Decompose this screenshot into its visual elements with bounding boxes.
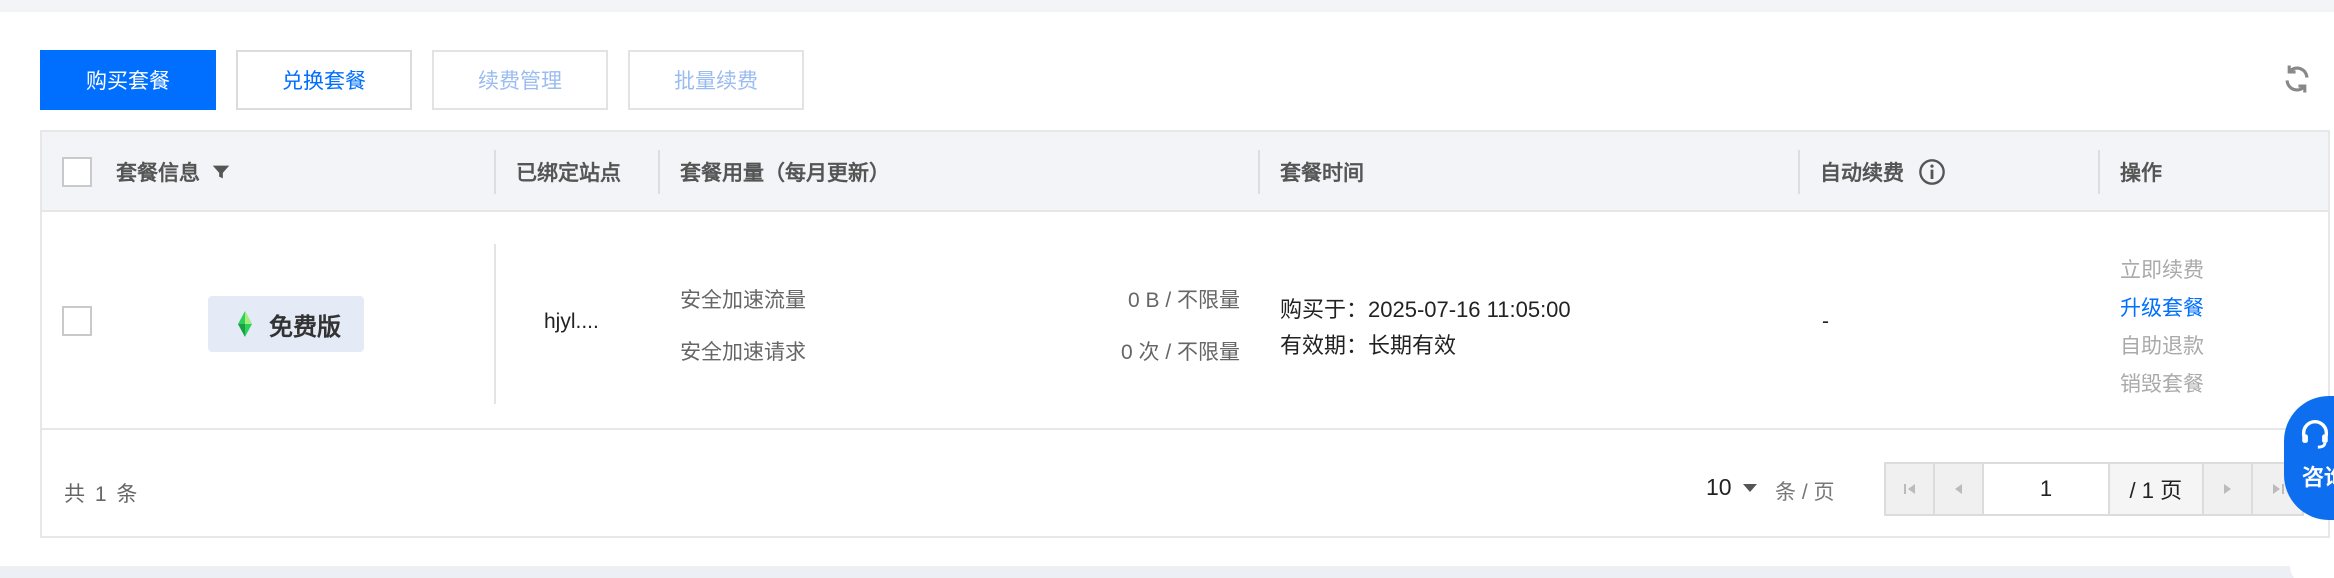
usage-value-traffic: 0 B / 不限量	[1127, 289, 1240, 312]
bound-site[interactable]: hjyl....	[544, 310, 599, 334]
col-actions: 操作	[2120, 162, 2162, 185]
refresh-icon[interactable]	[2280, 62, 2314, 96]
prev-page-icon	[1954, 484, 1962, 494]
select-all-checkbox[interactable]	[62, 157, 92, 187]
total-count: 共 1 条	[64, 483, 140, 506]
renew-management-button[interactable]: 续费管理	[432, 50, 608, 110]
self-refund-link[interactable]: 自助退款	[2120, 330, 2204, 360]
usage-label-requests: 安全加速请求	[680, 341, 806, 364]
usage-value-requests: 0 次 / 不限量	[1120, 341, 1240, 364]
pagination: 1 / 1 页	[1884, 462, 2304, 516]
chat-bubble[interactable]	[2290, 546, 2334, 578]
package-list-card: 购买套餐 兑换套餐 续费管理 批量续费 套餐信息 已绑定站点 套餐用量（每月更新…	[0, 12, 2334, 566]
first-page-button[interactable]	[1886, 464, 1936, 514]
col-usage: 套餐用量（每月更新）	[680, 162, 890, 185]
buy-package-button[interactable]: 购买套餐	[40, 50, 216, 110]
filter-icon[interactable]	[210, 161, 232, 183]
auto-renew-value: -	[1822, 310, 1829, 333]
header-divider	[658, 150, 660, 194]
usage-label-traffic: 安全加速流量	[680, 289, 806, 312]
header-divider	[1798, 150, 1800, 194]
table-row: 免费版 hjyl.... 安全加速流量 0 B / 不限量 安全加速请求 0 次…	[42, 214, 2328, 430]
package-table: 套餐信息 已绑定站点 套餐用量（每月更新） 套餐时间 自动续费 操作 免费版 h…	[40, 130, 2330, 538]
upgrade-package-link[interactable]: 升级套餐	[2120, 292, 2204, 322]
renew-now-link[interactable]: 立即续费	[2120, 254, 2204, 284]
validity: 有效期：长期有效	[1280, 333, 1457, 358]
last-page-icon	[2272, 484, 2284, 494]
consult-label: 咨询	[2302, 465, 2334, 490]
batch-renew-button[interactable]: 批量续费	[628, 50, 804, 110]
plan-badge: 免费版	[208, 296, 364, 352]
table-header: 套餐信息 已绑定站点 套餐用量（每月更新） 套餐时间 自动续费 操作	[42, 132, 2328, 212]
headset-icon	[2301, 420, 2329, 449]
page-size-select[interactable]: 10	[1706, 474, 1758, 501]
purchase-time: 购买于：2025-07-16 11:05:00	[1280, 297, 1571, 322]
plan-badge-label: 免费版	[269, 313, 341, 341]
row-divider	[494, 244, 496, 404]
col-plan-info-label: 套餐信息	[116, 162, 200, 185]
page-bottom-bar	[0, 566, 2334, 578]
diamond-logo-icon	[238, 311, 252, 337]
next-page-button[interactable]	[2203, 464, 2253, 514]
destroy-package-link[interactable]: 销毁套餐	[2120, 368, 2204, 398]
per-page-label: 条 / 页	[1775, 481, 1835, 504]
col-time: 套餐时间	[1280, 162, 1364, 185]
chevron-down-icon	[1742, 483, 1757, 492]
toolbar: 购买套餐 兑换套餐 续费管理 批量续费	[40, 50, 804, 110]
total-pages: / 1 页	[2109, 464, 2204, 514]
header-divider	[1258, 150, 1260, 194]
row-checkbox[interactable]	[62, 306, 92, 336]
col-plan-info: 套餐信息	[116, 132, 232, 212]
col-auto-renew-label: 自动续费	[1820, 162, 1904, 185]
prev-page-button[interactable]	[1935, 464, 1985, 514]
header-divider	[494, 150, 496, 194]
page-size-value: 10	[1706, 474, 1732, 500]
next-page-icon	[2224, 484, 2232, 494]
first-page-icon	[1903, 484, 1915, 494]
header-divider	[2098, 150, 2100, 194]
exchange-package-button[interactable]: 兑换套餐	[236, 50, 412, 110]
col-auto-renew: 自动续费	[1820, 132, 1946, 212]
page-number-input[interactable]: 1	[1984, 464, 2110, 514]
col-bound-sites: 已绑定站点	[516, 162, 621, 185]
select-all-cell	[62, 132, 92, 212]
info-icon[interactable]	[1918, 158, 1946, 186]
